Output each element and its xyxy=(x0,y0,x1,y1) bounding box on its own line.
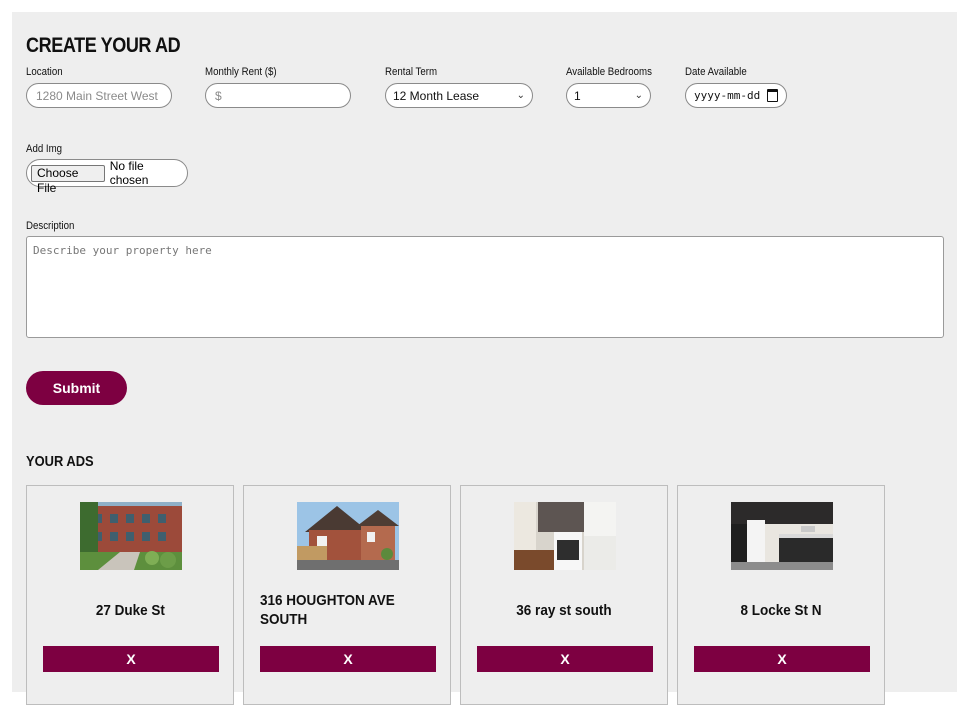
rental-term-value: 12 Month Lease xyxy=(393,88,480,103)
delete-ad-button[interactable]: X xyxy=(477,646,653,672)
date-value: yyyy-mm-dd xyxy=(694,89,761,102)
rent-label: Monthly Rent ($) xyxy=(205,66,277,78)
date-available-input[interactable]: yyyy-mm-dd xyxy=(685,83,787,108)
ad-address: 316 HOUGHTON AVE SOUTH xyxy=(260,592,395,628)
create-ad-panel: CREATE YOUR AD Location Monthly Rent ($)… xyxy=(12,12,957,705)
ad-photo xyxy=(731,502,833,570)
chevron-down-icon: ⌄ xyxy=(634,90,643,101)
file-status: No file chosen xyxy=(109,159,149,187)
ad-card: 36 ray st south X xyxy=(460,485,668,705)
ad-card: 8 Locke St N X xyxy=(677,485,885,705)
description-label: Description xyxy=(26,220,75,232)
delete-ad-button[interactable]: X xyxy=(694,646,870,672)
delete-ad-button[interactable]: X xyxy=(260,646,436,672)
location-input[interactable] xyxy=(26,83,172,108)
image-label: Add Img xyxy=(26,143,63,155)
image-file-input[interactable]: Choose File No file chosen xyxy=(26,159,188,195)
ad-photo xyxy=(80,502,182,570)
delete-ad-button[interactable]: X xyxy=(43,646,219,672)
choose-file-button[interactable]: Choose File xyxy=(31,164,105,195)
chevron-down-icon: ⌄ xyxy=(516,90,525,101)
ad-card: 27 Duke St X xyxy=(26,485,234,705)
description-textarea[interactable]: Describe your property here xyxy=(26,236,944,338)
location-label: Location xyxy=(26,66,63,78)
your-ads-heading: YOUR ADS xyxy=(26,453,94,470)
rental-term-select[interactable]: 12 Month Lease ⌄ xyxy=(385,83,533,108)
ad-photo xyxy=(514,502,616,570)
ad-photo xyxy=(297,502,399,570)
ad-address: 27 Duke St xyxy=(95,601,165,619)
ad-card: 316 HOUGHTON AVE SOUTH X xyxy=(243,485,451,705)
description-placeholder: Describe your property here xyxy=(33,244,212,257)
page-title: CREATE YOUR AD xyxy=(26,34,181,57)
rent-input[interactable] xyxy=(205,83,351,108)
ad-address: 36 ray st south xyxy=(516,601,612,619)
submit-button[interactable]: Submit xyxy=(26,371,127,405)
calendar-icon[interactable] xyxy=(767,89,778,102)
date-label: Date Available xyxy=(685,66,747,78)
term-label: Rental Term xyxy=(385,66,438,78)
ad-address: 8 Locke St N xyxy=(740,601,822,619)
bedrooms-select[interactable]: 1 ⌄ xyxy=(566,83,651,108)
bedrooms-value: 1 xyxy=(574,88,581,103)
bedrooms-label: Available Bedrooms xyxy=(566,66,652,78)
